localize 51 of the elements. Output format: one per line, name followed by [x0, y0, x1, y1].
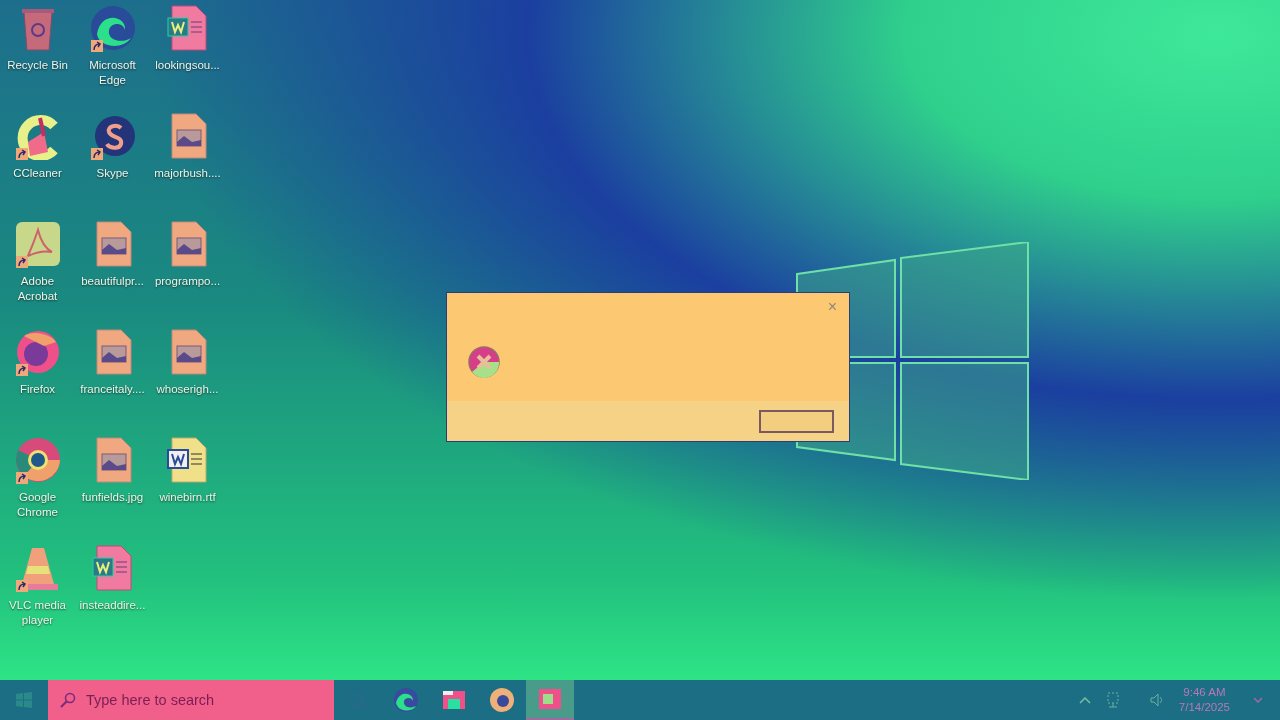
icon-label: insteaddire...: [78, 598, 147, 613]
icon-label: lookingsou...: [154, 58, 221, 73]
error-icon: [468, 346, 500, 378]
chevron-up-icon: [1078, 696, 1091, 704]
icon-label: whoserigh...: [155, 382, 220, 397]
clock-date: 7/14/2025: [1178, 700, 1230, 715]
app-window-icon: [537, 686, 563, 712]
dialog-button[interactable]: [759, 409, 834, 433]
icon-label: majorbush....: [153, 166, 222, 181]
icon-label: franceitaly....: [79, 382, 146, 397]
desktop-icon[interactable]: Microsoft Edge: [75, 4, 150, 112]
clock[interactable]: 9:46 AM 7/14/2025: [1172, 680, 1236, 720]
icon-label: VLC media player: [8, 598, 67, 628]
icon-label: Microsoft Edge: [88, 58, 137, 88]
edge-icon: [88, 4, 137, 52]
chevron-down-icon: [1253, 697, 1263, 703]
desktop-icon[interactable]: franceitaly....: [75, 328, 150, 436]
desktop-icon[interactable]: Google Chrome: [0, 436, 75, 544]
windows-icon: [16, 692, 32, 708]
desktop-icon[interactable]: Skype: [75, 112, 150, 220]
chrome-icon: [13, 436, 62, 484]
icon-label: Adobe Acrobat: [16, 274, 59, 304]
clock-time: 9:46 AM: [1183, 685, 1226, 700]
desktop-icon[interactable]: Firefox: [0, 328, 75, 436]
edge-icon: [393, 687, 419, 713]
icon-label: programpo...: [153, 274, 222, 289]
icon-label: CCleaner: [12, 166, 63, 181]
desktop-icon[interactable]: insteaddire...: [75, 544, 150, 652]
icon-label: Recycle Bin: [6, 58, 69, 73]
close-button[interactable]: ×: [823, 295, 841, 319]
desktop-icon[interactable]: VLC media player: [0, 544, 75, 652]
desktop-icon[interactable]: Adobe Acrobat: [0, 220, 75, 328]
desktop-icon[interactable]: winebirn.rtf: [150, 436, 225, 544]
desktop-icon[interactable]: Recycle Bin: [0, 4, 75, 112]
icon-label: funfields.jpg: [80, 490, 145, 505]
app-window-button[interactable]: [526, 680, 574, 720]
desktop-icon[interactable]: whoserigh...: [150, 328, 225, 436]
icon-label: Skype: [95, 166, 130, 181]
search-field[interactable]: Type here to search: [48, 680, 334, 720]
desktop-icon[interactable]: majorbush....: [150, 112, 225, 220]
icon-label: Google Chrome: [16, 490, 59, 520]
icon-label: Firefox: [18, 382, 57, 397]
desktop-icon[interactable]: funfields.jpg: [75, 436, 150, 544]
icon-label: beautifulpr...: [80, 274, 145, 289]
firefox-icon: [489, 687, 515, 713]
icon-label: winebirn.rtf: [158, 490, 217, 505]
desktop-icon[interactable]: programpo...: [150, 220, 225, 328]
desktop-icon[interactable]: CCleaner: [0, 112, 75, 220]
desktop-icon[interactable]: lookingsou...: [150, 4, 225, 112]
acrobat-icon: [13, 220, 62, 268]
desktop-icon[interactable]: beautifulpr...: [75, 220, 150, 328]
